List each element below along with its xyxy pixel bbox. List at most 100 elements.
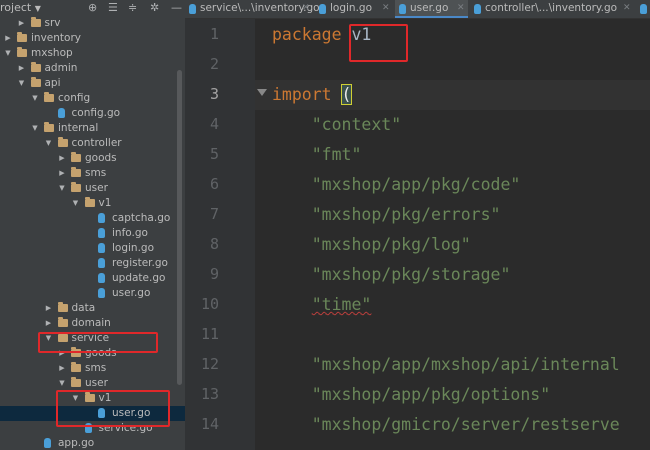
editor-tab[interactable]: user.go ✕ (395, 0, 468, 18)
tree-item-label: user (85, 182, 108, 194)
folder-icon (30, 77, 41, 87)
chevron-down-icon[interactable]: ▼ (31, 121, 39, 136)
editor-tab[interactable]: se (636, 0, 650, 18)
tree-folder-item[interactable]: ▶ admin (0, 61, 185, 76)
folder-icon (17, 32, 27, 42)
tree-folder-item[interactable]: ▼ internal (0, 121, 185, 136)
folder-icon (57, 317, 68, 327)
tree-item-label: controller (71, 137, 122, 149)
chevron-down-icon[interactable]: ▼ (31, 91, 39, 106)
close-icon[interactable]: ✕ (382, 0, 390, 17)
expand-all-icon[interactable]: ≑ (128, 0, 137, 16)
tree-file-item[interactable]: register.go (0, 256, 185, 271)
tree-item-label: user.go (112, 287, 151, 299)
line-number: 6 (209, 175, 219, 193)
code-token: import (272, 85, 342, 104)
tab-label: controller\...\inventory.go (485, 2, 618, 14)
tree-item-label: app.go (58, 437, 95, 449)
tree-item-label: config (58, 92, 91, 104)
tree-file-item[interactable]: captcha.go (0, 211, 185, 226)
go-file-icon (98, 273, 105, 283)
tree-folder-item[interactable]: ▼ user (0, 181, 185, 196)
line-number: 12 (200, 355, 219, 373)
chevron-down-icon[interactable]: ▼ (58, 376, 66, 391)
close-icon[interactable]: ✕ (302, 0, 310, 17)
tree-item-label: srv (44, 17, 61, 29)
line-number: 9 (209, 265, 219, 283)
go-file-icon (98, 228, 105, 238)
line-number: 11 (200, 325, 219, 343)
chevron-right-icon[interactable]: ▶ (4, 31, 12, 46)
tree-folder-item[interactable]: ▶ goods (0, 151, 185, 166)
tree-folder-item[interactable]: ▶ inventory (0, 31, 185, 46)
tree-folder-item[interactable]: ▼ mxshop (0, 46, 185, 61)
project-view-label: roject (0, 1, 32, 14)
user-go-highlight-box (56, 390, 170, 427)
editor-tab[interactable]: controller\...\inventory.go ✕ (470, 0, 634, 18)
folder-icon (71, 152, 81, 162)
tree-folder-item[interactable]: ▼ api (0, 76, 185, 91)
code-token: "fmt" (272, 145, 362, 164)
tree-folder-item[interactable]: ▼ config (0, 91, 185, 106)
tree-folder-item[interactable]: ▼ controller (0, 136, 185, 151)
chevron-down-icon[interactable]: ▼ (72, 196, 80, 211)
tree-folder-item[interactable]: ▼ v1 (0, 196, 185, 211)
tree-folder-item[interactable]: ▶ sms (0, 166, 185, 181)
tree-item-label: inventory (31, 32, 81, 44)
folder-icon (44, 122, 54, 132)
tab-label: user.go (410, 2, 449, 14)
chevron-right-icon[interactable]: ▶ (18, 61, 26, 76)
tree-file-item[interactable]: user.go (0, 286, 185, 301)
tree-file-item[interactable]: update.go (0, 271, 185, 286)
line-number: 1 (209, 25, 219, 43)
project-view-selector[interactable]: roject ▼ (0, 1, 41, 14)
editor-tab[interactable]: service\...\inventory.go ✕ (185, 0, 320, 18)
project-toolbar: roject ▼ ⊕ ☰ ≑ ✲ — (0, 0, 185, 16)
go-file-icon (319, 4, 326, 14)
chevron-right-icon[interactable]: ▶ (58, 166, 66, 181)
editor-tab[interactable]: login.go ✕ (315, 0, 393, 18)
close-icon[interactable]: ✕ (623, 0, 631, 17)
code-token: "mxshop/app/mxshop/api/internal (272, 355, 620, 374)
chevron-right-icon[interactable]: ▶ (58, 361, 66, 376)
go-file-icon (57, 108, 65, 118)
close-icon[interactable]: ✕ (457, 0, 465, 17)
fold-icon[interactable] (257, 89, 267, 96)
chevron-down-icon[interactable]: ▼ (4, 46, 12, 61)
chevron-right-icon[interactable]: ▶ (45, 301, 53, 316)
tree-item-label: api (44, 77, 61, 89)
chevron-right-icon[interactable]: ▶ (58, 151, 66, 166)
globe-icon[interactable]: ⊕ (88, 0, 97, 16)
gear-icon[interactable]: ✲ (150, 0, 159, 16)
tree-item-label: login.go (112, 242, 155, 254)
line-number: 4 (209, 115, 219, 133)
go-file-icon (98, 213, 105, 223)
minimize-icon[interactable]: — (171, 0, 182, 16)
collapse-all-icon[interactable]: ☰ (108, 0, 118, 16)
line-number-gutter: 1 2 3 4 5 6 7 8 9 10 11 12 13 14 (185, 19, 255, 450)
tree-folder-item[interactable]: ▶ data (0, 301, 185, 316)
code-line: "mxshop/pkg/log" (272, 235, 471, 254)
line-number: 2 (209, 55, 219, 73)
chevron-right-icon[interactable]: ▶ (18, 16, 26, 31)
chevron-down-icon[interactable]: ▼ (58, 181, 66, 196)
chevron-down-icon[interactable]: ▼ (18, 76, 26, 91)
tree-folder-item[interactable]: ▼ user (0, 376, 185, 391)
tree-file-item[interactable]: config.go (0, 106, 185, 121)
code-token: "mxshop/gmicro/server/restserve (272, 415, 620, 434)
tree-file-item[interactable]: app.go (0, 436, 185, 450)
tree-folder-item[interactable]: ▶ domain (0, 316, 185, 331)
tree-file-item[interactable]: login.go (0, 241, 185, 256)
code-line: "mxshop/pkg/errors" (272, 205, 501, 224)
tree-scrollbar[interactable] (177, 70, 182, 385)
folder-icon (17, 47, 27, 57)
code-line: "mxshop/pkg/storage" (272, 265, 511, 284)
chevron-right-icon[interactable]: ▶ (45, 316, 53, 331)
tree-folder-item[interactable]: ▶ sms (0, 361, 185, 376)
code-line: "mxshop/gmicro/server/restserve (272, 415, 620, 434)
folder-icon (84, 197, 95, 207)
tree-file-item[interactable]: info.go (0, 226, 185, 241)
tree-folder-item[interactable]: ▶ srv (0, 16, 185, 31)
chevron-down-icon[interactable]: ▼ (45, 136, 53, 151)
go-file-icon (474, 4, 481, 14)
